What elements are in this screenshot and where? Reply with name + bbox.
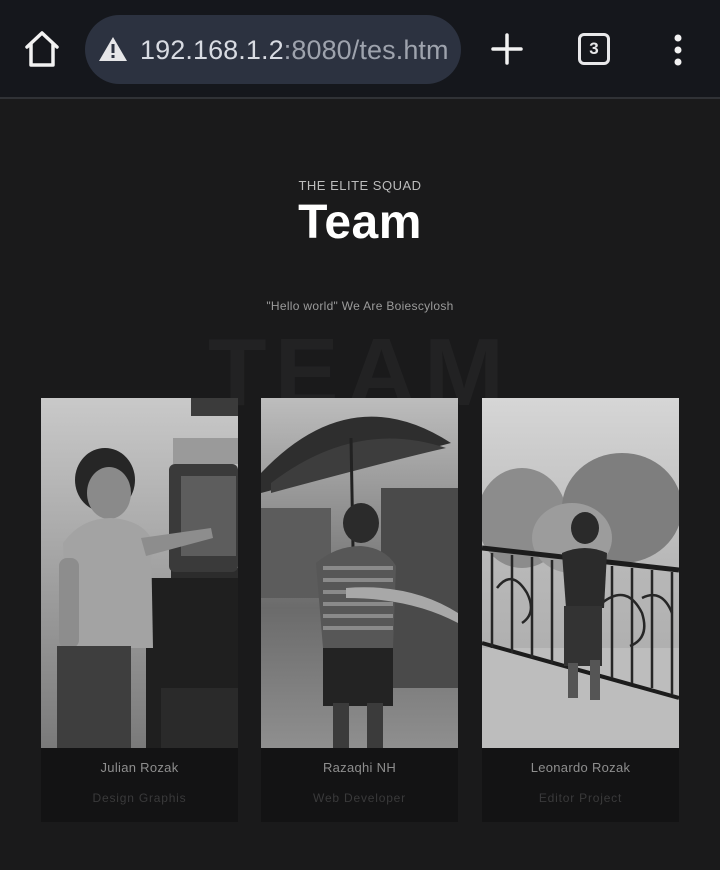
section-eyebrow: THE ELITE SQUAD bbox=[298, 178, 422, 193]
address-bar[interactable]: 192.168.1.2:8080/tes.htm bbox=[85, 15, 461, 84]
member-photo bbox=[482, 398, 679, 748]
member-name: Razaqhi NH bbox=[322, 760, 397, 775]
team-card[interactable]: Julian Rozak Design Graphis bbox=[41, 398, 238, 822]
team-card[interactable]: Razaqhi NH Web Developer bbox=[261, 398, 458, 822]
section-title: Team bbox=[298, 196, 422, 249]
member-photo bbox=[261, 398, 458, 748]
tab-count: 3 bbox=[589, 39, 599, 58]
section-tagline: "Hello world" We Are Boiescylosh bbox=[266, 299, 454, 313]
url-host: 192.168.1.2 bbox=[140, 35, 284, 65]
plus-icon[interactable] bbox=[489, 31, 525, 67]
browser-toolbar: 192.168.1.2:8080/tes.htm 3 bbox=[0, 0, 720, 99]
web-page: TEAM THE ELITE SQUAD Team "Hello world" … bbox=[0, 101, 720, 870]
member-photo bbox=[41, 398, 238, 748]
member-role: Web Developer bbox=[313, 791, 406, 805]
url-text[interactable]: 192.168.1.2:8080/tes.htm bbox=[140, 33, 449, 67]
member-role: Design Graphis bbox=[92, 791, 187, 805]
member-name: Julian Rozak bbox=[100, 760, 179, 775]
warning-icon[interactable] bbox=[98, 35, 128, 63]
team-card[interactable]: Leonardo Rozak Editor Project bbox=[482, 398, 679, 822]
more-vert-icon[interactable] bbox=[670, 33, 686, 67]
url-path: :8080/tes.htm bbox=[283, 35, 449, 65]
tabs-icon[interactable]: 3 bbox=[578, 33, 610, 65]
member-role: Editor Project bbox=[538, 791, 623, 805]
member-name: Leonardo Rozak bbox=[530, 760, 631, 775]
home-icon[interactable] bbox=[22, 28, 62, 70]
